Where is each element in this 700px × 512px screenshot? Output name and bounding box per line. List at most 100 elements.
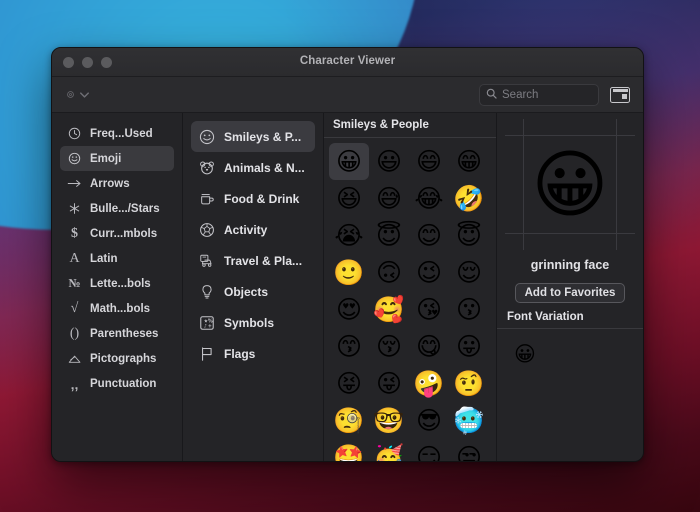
- emoji-row: 🧐🤓😎🥶: [329, 402, 492, 439]
- guide-line-horizontal-top: [505, 135, 635, 136]
- sidebar-item-label: Bulle.../Stars: [90, 203, 160, 215]
- car-icon: [198, 253, 215, 269]
- font-variant-cell[interactable]: 😀: [509, 339, 541, 369]
- desktop-background: Character Viewer: [0, 0, 700, 512]
- flag-icon: [198, 346, 215, 362]
- window-toolbar: [52, 77, 643, 113]
- category-objects[interactable]: Objects: [191, 276, 315, 307]
- emoji-cell[interactable]: 😁: [449, 143, 489, 180]
- category-label: Food & Drink: [224, 192, 299, 206]
- selected-glyph: 😀: [531, 148, 608, 222]
- category-label: Smileys & P...: [224, 130, 301, 144]
- sidebar-item-latin[interactable]: A Latin: [60, 246, 174, 271]
- emoji-cell[interactable]: 😇: [449, 217, 489, 254]
- emoji-cell[interactable]: 😋: [409, 328, 449, 365]
- emoji-cell[interactable]: 😘: [409, 291, 449, 328]
- sidebar-item-label: Parentheses: [90, 328, 158, 340]
- search-field[interactable]: [479, 84, 599, 106]
- emoji-grid[interactable]: 😀😃😄😁😆😅😂🤣😭😇😊😇🙂🙃😉😌😍🥰😘😗😙😚😋😛😝😜🤪🤨🧐🤓😎🥶🤩🥳😏😒: [324, 138, 496, 461]
- guide-line-horizontal-bottom: [505, 233, 635, 234]
- emoji-cell[interactable]: 🧐: [329, 402, 369, 439]
- font-variation-list[interactable]: 😀: [497, 329, 643, 369]
- emoji-cell[interactable]: 😝: [329, 365, 369, 402]
- emoji-cell[interactable]: 😒: [449, 439, 489, 461]
- emoji-row: 🙂🙃😉😌: [329, 254, 492, 291]
- sidebar-item-frequently-used[interactable]: Freq...Used: [60, 121, 174, 146]
- emoji-cell[interactable]: 🥰: [369, 291, 409, 328]
- emoji-cell[interactable]: 😄: [409, 143, 449, 180]
- sidebar-item-parentheses[interactable]: () Parentheses: [60, 321, 174, 346]
- emoji-cell[interactable]: 🤪: [409, 365, 449, 402]
- svg-text:+: +: [207, 323, 211, 329]
- emoji-grid-header: Smileys & People: [324, 113, 496, 138]
- emoji-cell[interactable]: 🤩: [329, 439, 369, 461]
- emoji-cell[interactable]: 😉: [409, 254, 449, 291]
- sidebar-item-punctuation[interactable]: ‚‚ Punctuation: [60, 371, 174, 396]
- emoji-cell[interactable]: 🤓: [369, 402, 409, 439]
- category-symbols[interactable]: ★ % ♪ + Symbols: [191, 307, 315, 338]
- emoji-row: 😭😇😊😇: [329, 217, 492, 254]
- category-label: Symbols: [224, 316, 274, 330]
- emoji-cell[interactable]: 😏: [409, 439, 449, 461]
- category-travel-places[interactable]: Travel & Pla...: [191, 245, 315, 276]
- emoji-cell[interactable]: 😊: [409, 217, 449, 254]
- font-variation-header: Font Variation: [497, 305, 643, 329]
- category-animals-nature[interactable]: Animals & N...: [191, 152, 315, 183]
- category-list: Smileys & P... Animals & N...: [183, 113, 324, 461]
- emoji-cell[interactable]: 😚: [369, 328, 409, 365]
- emoji-cell[interactable]: 🥶: [449, 402, 489, 439]
- sidebar-item-label: Freq...Used: [90, 128, 153, 140]
- emoji-cell[interactable]: 😗: [449, 291, 489, 328]
- emoji-cell[interactable]: 😆: [329, 180, 369, 217]
- soccer-ball-icon: [198, 222, 215, 238]
- emoji-row: 😀😃😄😁: [329, 143, 492, 180]
- sidebar-item-label: Arrows: [90, 178, 130, 190]
- category-food-drink[interactable]: Food & Drink: [191, 183, 315, 214]
- emoji-cell[interactable]: 😀: [329, 143, 369, 180]
- svg-text:%: %: [207, 318, 212, 324]
- emoji-cell[interactable]: 😌: [449, 254, 489, 291]
- search-input[interactable]: [502, 89, 592, 101]
- smiley-icon: [67, 152, 82, 165]
- emoji-cell[interactable]: 😇: [369, 217, 409, 254]
- emoji-cell[interactable]: 😙: [329, 328, 369, 365]
- category-flags[interactable]: Flags: [191, 338, 315, 369]
- emoji-cell[interactable]: 😍: [329, 291, 369, 328]
- emoji-cell[interactable]: 😅: [369, 180, 409, 217]
- sidebar-item-pictographs[interactable]: Pictographs: [60, 346, 174, 371]
- panel-layout-icon[interactable]: [610, 87, 630, 103]
- sidebar-item-label: Lette...bols: [90, 278, 151, 290]
- emoji-cell[interactable]: 😎: [409, 402, 449, 439]
- add-to-favorites-button[interactable]: Add to Favorites: [515, 283, 626, 303]
- sidebar-item-emoji[interactable]: Emoji: [60, 146, 174, 171]
- window-titlebar: Character Viewer: [52, 48, 643, 77]
- sidebar-item-letterlike-symbols[interactable]: № Lette...bols: [60, 271, 174, 296]
- sidebar-item-bullets-stars[interactable]: Bulle.../Stars: [60, 196, 174, 221]
- window-title: Character Viewer: [52, 55, 643, 67]
- category-activity[interactable]: Activity: [191, 214, 315, 245]
- emoji-cell[interactable]: 😜: [369, 365, 409, 402]
- coffee-cup-icon: [198, 191, 215, 207]
- settings-menu-button[interactable]: [66, 90, 89, 99]
- guide-line-vertical-left: [523, 119, 524, 250]
- sidebar-item-label: Curr...mbols: [90, 228, 157, 240]
- emoji-cell[interactable]: 🤣: [449, 180, 489, 217]
- emoji-cell[interactable]: 🙂: [329, 254, 369, 291]
- sidebar-item-label: Emoji: [90, 153, 121, 165]
- pictograph-icon: [67, 353, 82, 365]
- emoji-cell[interactable]: 😛: [449, 328, 489, 365]
- emoji-cell[interactable]: 🥳: [369, 439, 409, 461]
- sidebar-item-arrows[interactable]: Arrows: [60, 171, 174, 196]
- emoji-cell[interactable]: 😃: [369, 143, 409, 180]
- emoji-cell[interactable]: 😭: [329, 217, 369, 254]
- lightbulb-icon: [198, 284, 215, 300]
- sidebar-item-currency-symbols[interactable]: $ Curr...mbols: [60, 221, 174, 246]
- category-smileys-people[interactable]: Smileys & P...: [191, 121, 315, 152]
- emoji-row: 😙😚😋😛: [329, 328, 492, 365]
- sidebar-item-math-symbols[interactable]: √ Math...bols: [60, 296, 174, 321]
- emoji-cell[interactable]: 🤨: [449, 365, 489, 402]
- sidebar-item-label: Pictographs: [90, 353, 156, 365]
- emoji-cell[interactable]: 😂: [409, 180, 449, 217]
- emoji-cell[interactable]: 🙃: [369, 254, 409, 291]
- symbols-icon: ★ % ♪ +: [198, 315, 215, 331]
